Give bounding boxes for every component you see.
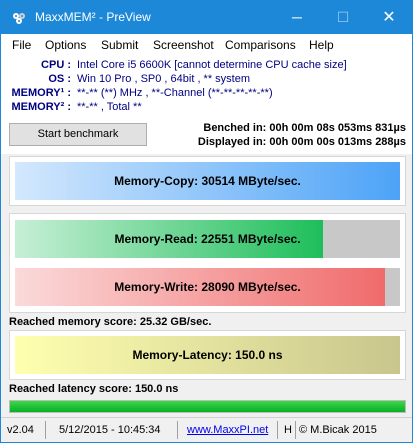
date-time: 5/12/2015 - 10:45:34 [59,424,161,436]
copy-result: Memory-Copy: 30514 MByte/sec. [114,174,301,188]
memory1-label: MEMORY¹ : [11,87,71,99]
system-info: CPU : Intel Core i5 6600K [cannot determ… [1,56,412,118]
status-bar: v2.04 5/12/2015 - 10:45:34 www.MaxxPI.ne… [1,417,412,442]
benchmark-progress [9,400,406,413]
menu-screenshot[interactable]: Screenshot [153,38,214,52]
minimize-button[interactable]: ─ [274,1,320,34]
displayed-time: Displayed in: 00h 00m 00s 013ms 288µs [197,136,406,148]
window-title: MaxxMEM² - PreView [35,10,151,24]
memory2-label: MEMORY² : [11,101,71,113]
start-benchmark-button[interactable]: Start benchmark [9,123,147,146]
app-logo-icon [13,13,25,24]
memory1-value: **-** (**) MHz , **-Channel (**-**-**-**… [77,87,273,99]
copyright: © M.Bicak 2015 [299,424,377,436]
website-link[interactable]: www.MaxxPI.net [187,424,268,436]
os-value: Win 10 Pro , SP0 , 64bit , ** system [77,73,251,85]
h-indicator: H [284,424,292,436]
status-divider [45,421,46,439]
latency-bar: Memory-Latency: 150.0 ns [15,336,400,374]
title-bar[interactable]: MaxxMEM² - PreView ─ ☐ ✕ [1,1,412,34]
memory-score: Reached memory score: 25.32 GB/sec. [9,316,212,328]
status-divider [295,421,296,439]
menu-bar: File Options Submit Screenshot Compariso… [1,34,412,56]
read-write-panel: Memory-Read: 22551 MByte/sec. Memory-Wri… [9,213,406,313]
read-bar: Memory-Read: 22551 MByte/sec. [15,220,400,258]
maximize-button[interactable]: ☐ [320,1,366,34]
close-button[interactable]: ✕ [366,1,412,34]
cpu-value: Intel Core i5 6600K [cannot determine CP… [77,59,347,71]
version-label: v2.04 [7,424,34,436]
write-bar: Memory-Write: 28090 MByte/sec. [15,268,400,306]
copy-bar: Memory-Copy: 30514 MByte/sec. [15,162,400,200]
benched-time: Benched in: 00h 00m 08s 053ms 831µs [203,122,406,134]
status-divider [277,421,278,439]
menu-help[interactable]: Help [309,38,334,52]
benchmark-row: Start benchmark Benched in: 00h 00m 08s … [1,118,412,154]
memory2-value: **-** , Total ** [77,101,142,113]
app-window: MaxxMEM² - PreView ─ ☐ ✕ File Options Su… [0,0,413,443]
os-label: OS : [48,73,71,85]
menu-comparisons[interactable]: Comparisons [225,38,296,52]
copy-panel: Memory-Copy: 30514 MByte/sec. [9,156,406,206]
benchmark-progress-fill [10,401,405,412]
menu-file[interactable]: File [12,38,31,52]
status-divider [177,421,178,439]
menu-submit[interactable]: Submit [101,38,138,52]
read-result: Memory-Read: 22551 MByte/sec. [114,232,301,246]
menu-options[interactable]: Options [45,38,86,52]
latency-panel: Memory-Latency: 150.0 ns [9,330,406,380]
write-result: Memory-Write: 28090 MByte/sec. [114,280,301,294]
latency-result: Memory-Latency: 150.0 ns [132,348,283,362]
latency-score: Reached latency score: 150.0 ns [9,383,179,395]
cpu-label: CPU : [41,59,71,71]
